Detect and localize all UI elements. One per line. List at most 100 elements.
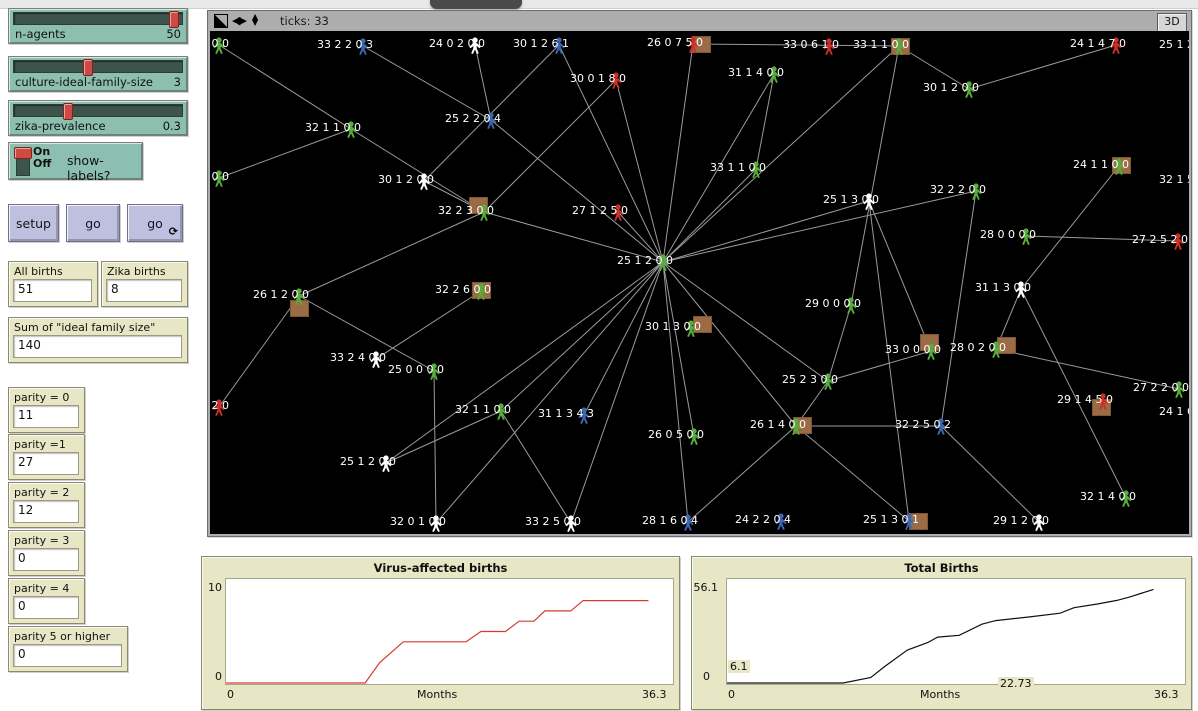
plot-area[interactable]	[225, 578, 674, 685]
monitor-value: 0	[13, 596, 79, 619]
ticks-counter: ticks: 33	[280, 14, 329, 28]
agent-label: 32 2 6 0 0	[381, 283, 491, 296]
plot-title: Virus-affected births	[202, 561, 679, 575]
network-link	[219, 129, 351, 178]
monitor-label: parity = 4	[14, 582, 69, 595]
vertical-arrows-icon[interactable]: ▲▼	[252, 14, 258, 26]
agent-label: 27 2 5 2 0	[1078, 233, 1188, 246]
monitor-parity-2: parity = 2 12	[8, 482, 85, 528]
slider-value: 50	[166, 27, 181, 41]
y-axis-max-label: 56.1	[688, 581, 718, 594]
monitor-value: 0	[13, 644, 122, 667]
network-link	[436, 262, 663, 523]
agent-label: 25 0 0 0 0	[334, 363, 444, 376]
agent-label: 32 1 5	[1144, 173, 1189, 186]
agent-label: 30 1 2 0 0	[324, 173, 434, 186]
go-forever-button[interactable]: go ⟳	[127, 204, 183, 242]
agent-label: 30 1 2 6 1	[459, 37, 569, 50]
x-axis-max-label: 36.3	[1154, 688, 1179, 701]
monitor-label: parity = 3	[14, 534, 69, 547]
monitor-value: 51	[13, 279, 92, 302]
network-link	[663, 262, 694, 436]
agent-label: 33 1 1 0 0	[656, 161, 766, 174]
view-header: ◀▶ ▲▼ ticks: 33 3D	[208, 11, 1191, 31]
slider-zika-prevalence[interactable]: zika-prevalence0.3	[8, 100, 188, 136]
agent-label: 32 1 1 0 0	[251, 121, 361, 134]
agent-label: 33 2 5 0 0	[471, 515, 581, 528]
go-forever-button-label: go	[147, 216, 163, 231]
agent-label: 32 2 5 0 2	[841, 418, 951, 431]
plot-total-births[interactable]: Total Births 56.1 0 6.1 22.73 0 Months 3…	[691, 556, 1192, 710]
network-link	[688, 426, 796, 522]
hover-y-coordinate-label: 6.1	[728, 660, 750, 673]
slider-track[interactable]	[13, 104, 183, 117]
agent-label: 28 0 2 0 0	[896, 341, 1006, 354]
network-link	[351, 129, 484, 212]
agent-label: 30 0 1 8 0	[516, 72, 626, 85]
slider-value: 3	[174, 75, 181, 89]
agent-label: 32 2 2 0 0	[876, 183, 986, 196]
horizontal-arrows-icon[interactable]: ◀▶	[232, 14, 245, 27]
monitor-parity-4: parity = 4 0	[8, 578, 85, 624]
slider-label: n-agents	[15, 27, 66, 41]
y-axis-max-label: 10	[192, 581, 222, 594]
agent-label: 27 1 2 5 0	[518, 204, 628, 217]
network-link	[941, 191, 976, 426]
agent-label: 29 0 0 0 0	[751, 297, 861, 310]
setup-button[interactable]: setup	[8, 204, 59, 242]
plot-line	[727, 589, 1154, 683]
x-axis-min-label: 0	[227, 688, 234, 701]
y-axis-min-label: 0	[680, 670, 710, 683]
agent-label: 25 1 3 0 0	[769, 193, 879, 206]
agent-label: 33 2 2 0 3	[263, 38, 373, 51]
switch-knob[interactable]	[14, 147, 32, 159]
agent-label: 26 1 4 0 0	[696, 418, 806, 431]
agent-label: 32 1 4 0 0	[1026, 490, 1136, 503]
agent-label: 25 2 3 0 0	[728, 373, 838, 386]
plot-virus-affected-births[interactable]: Virus-affected births 10 0 0 Months 36.3	[201, 556, 680, 710]
agent-label: 31 1 3 4 3	[484, 407, 594, 420]
agent-label: 24 1 6	[1144, 405, 1189, 418]
network-link	[969, 45, 1116, 89]
monitor-value: 12	[13, 500, 79, 523]
network-link	[491, 120, 663, 262]
go-button[interactable]: go	[66, 204, 120, 242]
switch-show-labels[interactable]: On Off show-labels?	[8, 142, 143, 180]
monitor-value: 0	[13, 548, 79, 571]
plot-title: Total Births	[692, 561, 1191, 575]
plot-area[interactable]	[726, 578, 1186, 685]
monitor-parity-3: parity = 3 0	[8, 530, 85, 576]
agent-label: 27 2 2 0 0	[1079, 381, 1189, 394]
view-resize-icon[interactable]	[214, 14, 228, 28]
agent-label: 25 1 2 0 0	[286, 455, 396, 468]
hover-x-coordinate-label: 22.73	[998, 677, 1034, 690]
slider-n-agents[interactable]: n-agents 50	[8, 8, 188, 44]
agent-label: 33 1 1 0 0	[799, 38, 909, 51]
world-canvas[interactable]: 0 033 2 2 0 324 0 2 0 030 1 2 6 126 0 7 …	[210, 31, 1189, 534]
monitor-label: parity = 2	[14, 486, 69, 499]
network-link	[484, 80, 616, 212]
go-button-label: go	[85, 216, 101, 231]
agent-label: 26 0 7 5 0	[593, 36, 703, 49]
x-axis-title: Months	[417, 688, 457, 701]
3d-button[interactable]: 3D	[1157, 13, 1187, 33]
slider-track[interactable]	[13, 12, 183, 25]
monitor-parity-0: parity = 0 11	[8, 387, 85, 433]
network-link	[475, 45, 491, 120]
slider-handle[interactable]	[63, 103, 73, 120]
network-link	[363, 46, 491, 120]
monitor-value: 11	[13, 405, 79, 428]
slider-handle[interactable]	[169, 11, 179, 28]
monitor-all-births: All births 51	[8, 261, 98, 307]
slider-culture-ideal-family-size[interactable]: culture-ideal-family-size3	[8, 56, 188, 92]
agent-label: 2 0	[210, 399, 229, 412]
slider-track[interactable]	[13, 60, 183, 73]
network-link	[219, 45, 351, 129]
agent-label: 28 0 0 0 0	[926, 228, 1036, 241]
slider-handle[interactable]	[83, 59, 93, 76]
agent-label: 26 1 2 0 0	[210, 288, 309, 301]
setup-button-label: setup	[16, 216, 51, 231]
x-axis-title: Months	[920, 688, 960, 701]
y-axis-min-label: 0	[192, 670, 222, 683]
switch-option-off: Off	[33, 158, 51, 170]
